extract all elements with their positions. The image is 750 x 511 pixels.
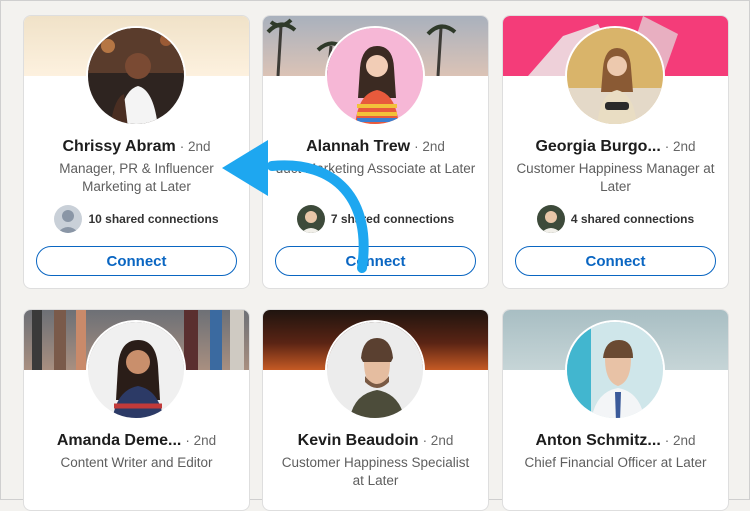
- connection-degree: · 2nd: [414, 139, 445, 154]
- profile-card[interactable]: Anton Schmitz... · 2nd Chief Financial Of…: [502, 309, 729, 511]
- shared-connections[interactable]: 10 shared connections: [24, 204, 249, 234]
- shared-connections-text: 7 shared connections: [330, 212, 455, 226]
- profile-card[interactable]: Georgia Burgo... · 2nd Customer Happiness…: [502, 15, 729, 289]
- profile-headline: Chief Financial Officer at Later: [524, 455, 707, 470]
- profile-name[interactable]: Anton Schmitz...: [535, 432, 660, 449]
- profile-headline: Manager, PR & Influencer Marketing at La…: [59, 161, 214, 194]
- shared-connection-avatar: [54, 205, 83, 233]
- name-row: Alannah Trew · 2nd: [263, 138, 488, 156]
- profile-card[interactable]: Alannah Trew · 2nd duct Marketing Associa…: [262, 15, 489, 289]
- name-row: Kevin Beaudoin · 2nd: [263, 432, 488, 450]
- profile-name[interactable]: Alannah Trew: [306, 138, 410, 155]
- profile-headline: duct Marketing Associate at Later: [275, 161, 476, 176]
- profile-card[interactable]: Amanda Deme... · 2nd Content Writer and E…: [23, 309, 250, 511]
- profile-name[interactable]: Amanda Deme...: [57, 432, 181, 449]
- profile-headline: Content Writer and Editor: [60, 455, 213, 470]
- profile-card[interactable]: Chrissy Abram · 2nd Manager, PR & Influen…: [23, 15, 250, 289]
- profile-name[interactable]: Kevin Beaudoin: [298, 432, 419, 449]
- connect-button[interactable]: Connect: [36, 246, 237, 276]
- name-row: Amanda Deme... · 2nd: [24, 432, 249, 450]
- connection-degree: · 2nd: [664, 433, 696, 448]
- shared-connection-avatar: [536, 205, 565, 233]
- shared-connection-avatar: [296, 205, 325, 233]
- profile-photo[interactable]: [86, 320, 186, 420]
- profile-headline: Customer Happiness Specialist at Later: [281, 455, 470, 488]
- profile-photo[interactable]: [565, 320, 665, 420]
- name-row: Anton Schmitz... · 2nd: [503, 432, 728, 450]
- profile-photo[interactable]: [86, 26, 186, 126]
- profile-photo[interactable]: [325, 26, 425, 126]
- shared-connections[interactable]: 4 shared connections: [503, 204, 728, 234]
- connect-button[interactable]: Connect: [515, 246, 716, 276]
- connection-degree: · 2nd: [185, 433, 217, 448]
- profile-card[interactable]: Kevin Beaudoin · 2nd Customer Happiness S…: [262, 309, 489, 511]
- shared-connections-text: 4 shared connections: [570, 212, 695, 226]
- shared-connections-text: 10 shared connections: [88, 212, 219, 226]
- profile-name[interactable]: Georgia Burgo...: [535, 138, 660, 155]
- shared-connections[interactable]: 7 shared connections: [263, 204, 488, 234]
- profile-headline: Customer Happiness Manager at Later: [516, 161, 715, 194]
- connection-degree: · 2nd: [422, 433, 454, 448]
- profile-photo[interactable]: [565, 26, 665, 126]
- profile-photo[interactable]: [325, 320, 425, 420]
- connection-degree: · 2nd: [664, 139, 696, 154]
- connection-degree: · 2nd: [179, 139, 211, 154]
- name-row: Chrissy Abram · 2nd: [24, 138, 249, 156]
- name-row: Georgia Burgo... · 2nd: [503, 138, 728, 156]
- connect-button[interactable]: Connect: [275, 246, 476, 276]
- profile-name[interactable]: Chrissy Abram: [62, 138, 175, 155]
- people-you-may-know-grid: Chrissy Abram · 2nd Manager, PR & Influen…: [0, 0, 750, 511]
